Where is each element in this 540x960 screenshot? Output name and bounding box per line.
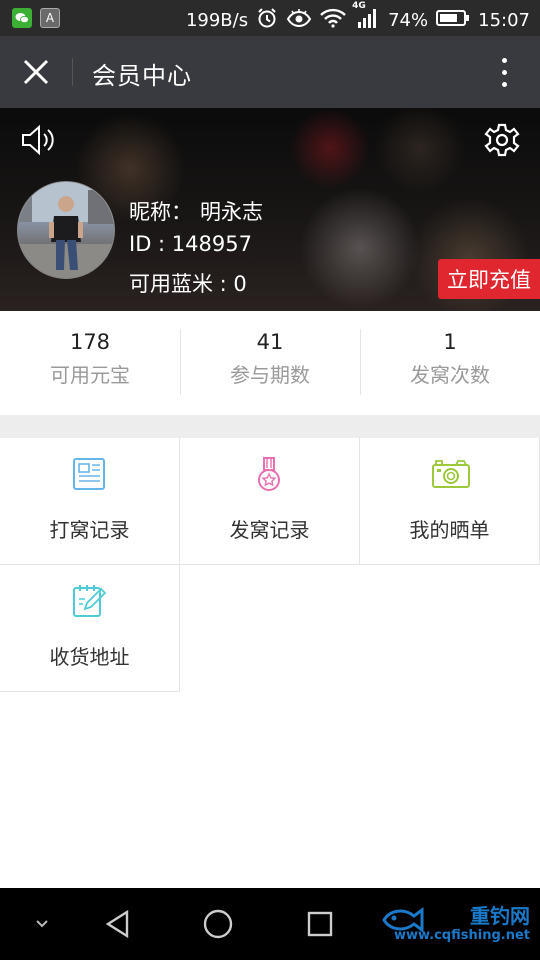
recharge-button[interactable]: 立即充值 xyxy=(438,259,540,299)
clock-time: 15:07 xyxy=(478,10,530,31)
stat-label: 可用元宝 xyxy=(50,363,130,387)
alarm-icon xyxy=(256,7,278,34)
stat-label: 发窝次数 xyxy=(410,363,490,387)
recents-button[interactable] xyxy=(302,906,338,942)
status-bar: A 199B/s 4G 74% 15:07 xyxy=(0,0,540,36)
stat-periods[interactable]: 41 参与期数 xyxy=(180,311,360,415)
document-list-icon xyxy=(71,456,107,492)
back-triangle-icon xyxy=(105,909,129,939)
system-nav-bar: 重钓网 www.cqfishing.net xyxy=(0,888,540,960)
wifi-icon xyxy=(320,8,346,33)
watermark-url: www.cqfishing.net xyxy=(393,928,530,943)
camera-icon xyxy=(431,456,470,492)
menu-item-label: 收货地址 xyxy=(49,645,130,669)
close-icon xyxy=(23,59,49,85)
back-button[interactable] xyxy=(100,906,136,942)
speaker-icon[interactable] xyxy=(20,122,56,158)
header-divider xyxy=(72,58,73,86)
home-button[interactable] xyxy=(200,906,236,942)
a-app-icon: A xyxy=(40,8,60,28)
stat-value: 41 xyxy=(256,330,284,354)
home-circle-icon xyxy=(203,909,233,939)
nickname-value: 明永志 xyxy=(200,200,263,224)
stat-yuanbao[interactable]: 178 可用元宝 xyxy=(0,311,180,415)
menu-item-label: 发窝记录 xyxy=(229,518,310,542)
edit-note-icon xyxy=(71,583,107,619)
nickname-row: 昵称： 明永志 xyxy=(129,196,263,226)
stat-value: 178 xyxy=(69,330,111,354)
signal-icon: 4G xyxy=(352,1,380,34)
user-id: ID : 148957 xyxy=(129,232,252,256)
more-vertical-icon xyxy=(501,57,507,63)
wechat-icon xyxy=(12,8,32,28)
stat-label: 参与期数 xyxy=(230,363,310,387)
stat-posts[interactable]: 1 发窝次数 xyxy=(360,311,540,415)
network-speed: 199B/s xyxy=(185,10,249,31)
avatar[interactable] xyxy=(17,181,115,279)
menu-item-shipping-address[interactable]: 收货地址 xyxy=(0,565,180,692)
recents-square-icon xyxy=(307,911,333,937)
stat-value: 1 xyxy=(443,330,457,354)
menu-item-label: 我的晒单 xyxy=(409,518,490,542)
medal-icon xyxy=(251,456,287,492)
menu-item-label: 打窝记录 xyxy=(49,518,130,542)
menu-item-my-shaidan[interactable]: 我的晒单 xyxy=(360,438,540,565)
stats-row: 178 可用元宝 41 参与期数 1 发窝次数 xyxy=(0,311,540,415)
menu-item-fawo-records[interactable]: 发窝记录 xyxy=(180,438,360,565)
balance-text: 可用蓝米 : 0 xyxy=(129,272,247,296)
hide-nav-button[interactable] xyxy=(24,906,60,942)
chevron-down-icon xyxy=(36,920,48,928)
eye-icon xyxy=(286,8,312,33)
close-button[interactable] xyxy=(14,50,58,94)
app-header: 会员中心 xyxy=(0,36,540,108)
nickname-label: 昵称： xyxy=(129,200,192,224)
page-title: 会员中心 xyxy=(92,62,192,90)
section-divider xyxy=(0,415,540,438)
battery-icon xyxy=(436,9,470,32)
site-watermark: 重钓网 www.cqfishing.net xyxy=(382,900,530,950)
profile-banner: 昵称： 明永志 ID : 148957 可用蓝米 : 0 立即充值 xyxy=(0,108,540,311)
menu-item-dawo-records[interactable]: 打窝记录 xyxy=(0,438,180,565)
settings-gear-icon[interactable] xyxy=(484,122,520,158)
battery-percent: 74% xyxy=(388,10,429,31)
more-options-button[interactable] xyxy=(486,54,522,90)
network-type: 4G xyxy=(352,1,366,11)
watermark-name: 重钓网 xyxy=(470,904,530,928)
